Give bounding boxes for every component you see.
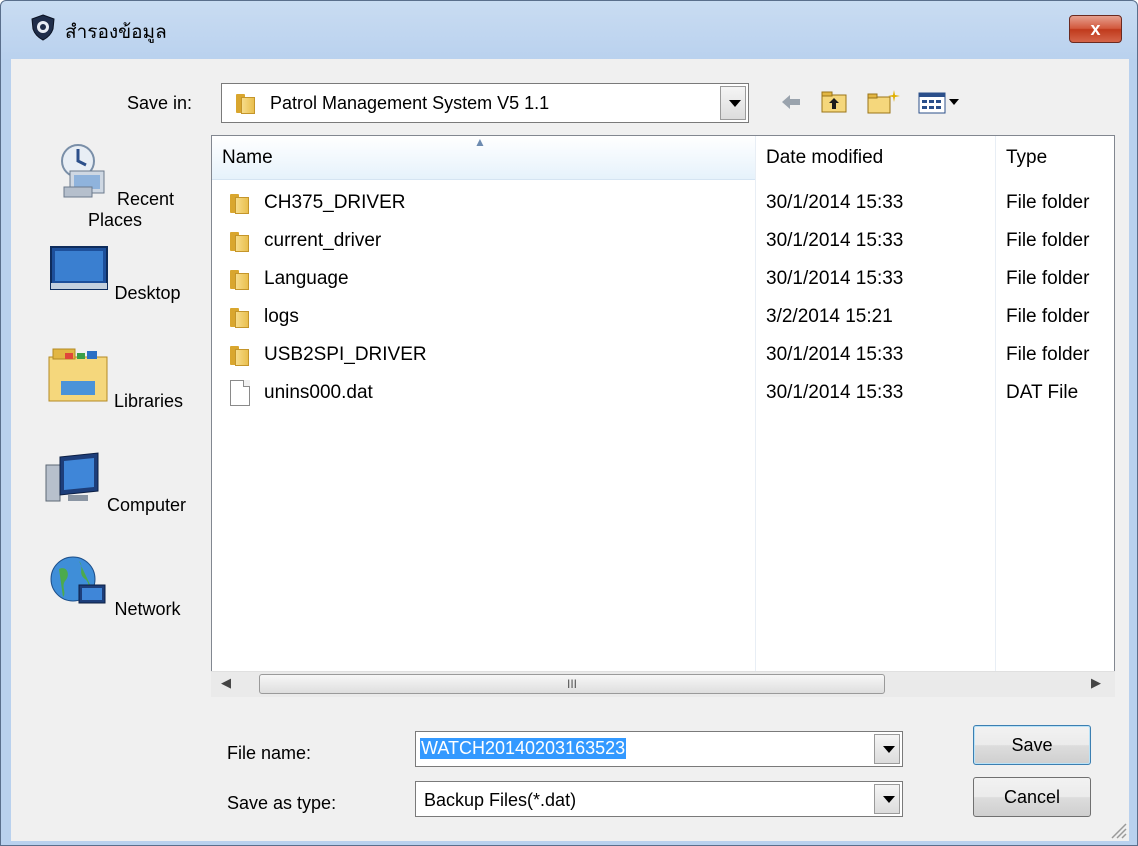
file-date: 30/1/2014 15:33 <box>766 268 904 289</box>
chevron-down-icon[interactable] <box>874 734 900 764</box>
save-as-type-label: Save as type: <box>227 793 337 813</box>
place-computer[interactable]: Computer <box>35 451 195 516</box>
up-folder-icon[interactable] <box>819 89 849 115</box>
file-type: File folder <box>1006 268 1090 289</box>
scroll-left-icon[interactable]: ◀ <box>221 675 231 691</box>
save-in-value: Patrol Management System V5 1.1 <box>270 93 550 113</box>
file-date: 3/2/2014 15:21 <box>766 306 893 327</box>
file-name: CH375_DRIVER <box>264 192 406 213</box>
dialog-body: Save in: Patrol Management System V5 1.1 <box>11 59 1129 841</box>
folder-icon <box>228 305 250 329</box>
save-in-label: Save in: <box>127 93 193 113</box>
folder-icon <box>228 191 250 215</box>
scroll-thumb[interactable]: III <box>259 674 885 694</box>
file-name-input[interactable]: WATCH20140203163523 <box>415 731 903 767</box>
app-shield-icon <box>31 14 55 41</box>
save-as-type-select[interactable]: Backup Files(*.dat) <box>415 781 903 817</box>
file-name-label: File name: <box>227 743 312 763</box>
column-header-date-modified[interactable]: Date modified <box>756 136 996 180</box>
file-type: File folder <box>1006 344 1090 365</box>
file-name: Language <box>264 268 349 289</box>
file-row[interactable]: CH375_DRIVER 30/1/2014 15:33 File folder <box>212 184 1114 222</box>
file-name: unins000.dat <box>264 382 373 403</box>
place-desktop[interactable]: Desktop <box>35 245 195 304</box>
place-label: Libraries <box>113 391 184 411</box>
folder-icon <box>228 343 250 367</box>
file-icon <box>230 380 250 406</box>
place-label: Network <box>114 599 181 619</box>
libraries-icon <box>48 348 108 402</box>
file-type: DAT File <box>1006 382 1079 403</box>
place-recent-places[interactable]: Recent Places <box>35 141 195 231</box>
file-name-value: WATCH20140203163523 <box>420 738 627 759</box>
folder-icon <box>228 229 250 253</box>
file-name: current_driver <box>264 230 382 251</box>
title-bar[interactable]: สำรองข้อมูล x <box>1 1 1137 57</box>
file-row[interactable]: unins000.dat 30/1/2014 15:33 DAT File <box>212 374 1114 412</box>
chevron-down-icon[interactable] <box>874 784 900 814</box>
chevron-down-icon[interactable] <box>720 86 746 120</box>
place-label: Computer <box>106 495 187 515</box>
new-folder-icon[interactable] <box>866 89 902 115</box>
file-row[interactable]: current_driver 30/1/2014 15:33 File fold… <box>212 222 1114 260</box>
save-dialog: สำรองข้อมูล x Save in: Patrol Management… <box>0 0 1138 846</box>
file-name: USB2SPI_DRIVER <box>264 344 427 365</box>
folder-icon <box>228 267 250 291</box>
desktop-icon <box>50 246 109 290</box>
file-type: File folder <box>1006 192 1090 213</box>
computer-icon <box>45 452 99 502</box>
file-date: 30/1/2014 15:33 <box>766 382 904 403</box>
folder-icon <box>234 91 256 115</box>
file-row[interactable]: USB2SPI_DRIVER 30/1/2014 15:33 File fold… <box>212 336 1114 374</box>
window-title: สำรองข้อมูล <box>65 21 167 43</box>
file-date: 30/1/2014 15:33 <box>766 344 904 365</box>
horizontal-scrollbar[interactable]: ◀ III ▶ <box>211 671 1115 697</box>
recent-places-icon <box>60 144 105 198</box>
view-menu-icon[interactable] <box>917 89 963 115</box>
place-libraries[interactable]: Libraries <box>35 347 195 412</box>
resize-grip-icon[interactable] <box>1109 821 1127 839</box>
file-date: 30/1/2014 15:33 <box>766 192 904 213</box>
file-date: 30/1/2014 15:33 <box>766 230 904 251</box>
close-icon: x <box>1090 19 1101 39</box>
place-label: Desktop <box>114 283 181 303</box>
file-name: logs <box>264 306 299 327</box>
save-button[interactable]: Save <box>973 725 1091 765</box>
file-list[interactable]: Name ▲ Date modified Type CH375_DRIVER 3… <box>211 135 1115 695</box>
file-row[interactable]: Language 30/1/2014 15:33 File folder <box>212 260 1114 298</box>
back-arrow-icon[interactable] <box>779 89 803 115</box>
close-button[interactable]: x <box>1069 15 1122 43</box>
place-network[interactable]: Network <box>35 553 195 620</box>
column-header-type[interactable]: Type <box>996 136 1114 180</box>
sort-ascending-icon: ▲ <box>474 135 486 149</box>
save-as-type-value: Backup Files(*.dat) <box>424 790 577 810</box>
save-in-combo[interactable]: Patrol Management System V5 1.1 <box>221 83 749 123</box>
file-type: File folder <box>1006 230 1090 251</box>
cancel-button[interactable]: Cancel <box>973 777 1091 817</box>
column-header-name[interactable]: Name ▲ <box>212 136 756 180</box>
scroll-right-icon[interactable]: ▶ <box>1091 675 1101 691</box>
file-type: File folder <box>1006 306 1090 327</box>
network-icon <box>50 556 106 604</box>
file-row[interactable]: logs 3/2/2014 15:21 File folder <box>212 298 1114 336</box>
